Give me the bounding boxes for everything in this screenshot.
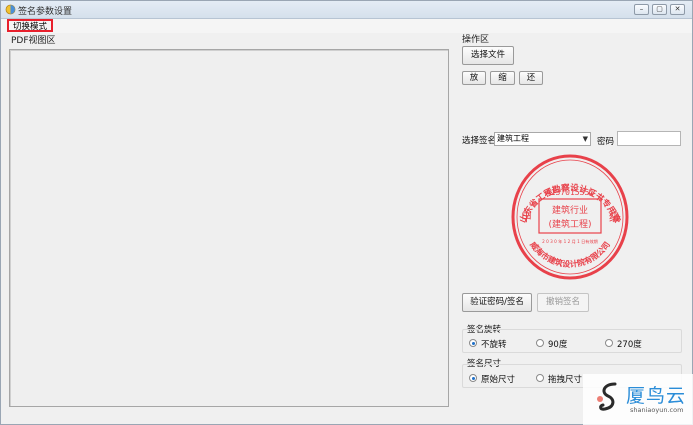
seal-right-char: 级 [609, 211, 620, 224]
seal-stamp-image: 山东省工程勘察设计证书专用章 A137015351 甲 级 建筑行业 (建筑工程… [511, 154, 629, 280]
size-original-label: 原始尺寸 [481, 375, 516, 385]
revoke-sign-button[interactable]: 撤销签名 [537, 293, 589, 312]
chevron-down-icon: ▼ [582, 135, 588, 143]
rotation-270-radio[interactable] [605, 339, 613, 347]
select-file-button[interactable]: 选择文件 [462, 46, 514, 65]
rotation-90-label: 90度 [548, 340, 568, 350]
minimize-button[interactable]: – [634, 4, 649, 15]
title-bar[interactable]: 签名参数设置 – ▢ ✕ [1, 1, 692, 19]
window-title: 签名参数设置 [18, 7, 73, 17]
sign-select[interactable]: 建筑工程 ▼ [494, 132, 591, 146]
maximize-button[interactable]: ▢ [652, 4, 667, 15]
close-button[interactable]: ✕ [670, 4, 685, 15]
pdf-view-title: PDF视图区 [11, 36, 56, 46]
size-drag-radio[interactable] [536, 374, 544, 382]
menu-switch-mode[interactable]: 切换模式 [7, 19, 54, 32]
verify-sign-button[interactable]: 验证密码/签名 [462, 293, 532, 312]
pdf-view-area[interactable] [9, 49, 449, 407]
select-sign-label: 选择签名 [462, 136, 497, 146]
rotation-none-label: 不旋转 [481, 340, 507, 350]
bird-logo-icon [597, 382, 617, 411]
seal-left-char: 甲 [521, 211, 532, 224]
main-window: 签名参数设置 – ▢ ✕ 切换模式 PDF视图区 操作区 选择文件 放 缩 还 … [0, 0, 693, 425]
seal-small-line: 2 0 3 0 年 1 2 月 1 日有效期 [542, 238, 598, 245]
watermark-brand: 厦鸟云 [626, 385, 687, 407]
size-original-radio[interactable] [469, 374, 477, 382]
size-drag-label: 拖拽尺寸 [548, 375, 583, 385]
password-input[interactable] [617, 131, 681, 146]
zoom-in-button[interactable]: 放 [462, 71, 486, 85]
password-label: 密码 [597, 137, 615, 147]
seal-center-line2: (建筑工程) [548, 218, 591, 230]
rotation-none-radio[interactable] [469, 339, 477, 347]
restore-button[interactable]: 还 [519, 71, 543, 85]
app-icon [5, 4, 16, 15]
watermark-url: shaniaoyun.com [630, 406, 684, 414]
seal-number: A137015351 [546, 188, 594, 197]
rotation-90-radio[interactable] [536, 339, 544, 347]
operation-area-title: 操作区 [462, 35, 490, 45]
zoom-out-button[interactable]: 缩 [490, 71, 515, 85]
seal-center-line1: 建筑行业 [552, 204, 588, 216]
sign-select-value: 建筑工程 [497, 134, 529, 143]
rotation-270-label: 270度 [617, 340, 642, 350]
menu-bar: 切换模式 [1, 19, 692, 33]
